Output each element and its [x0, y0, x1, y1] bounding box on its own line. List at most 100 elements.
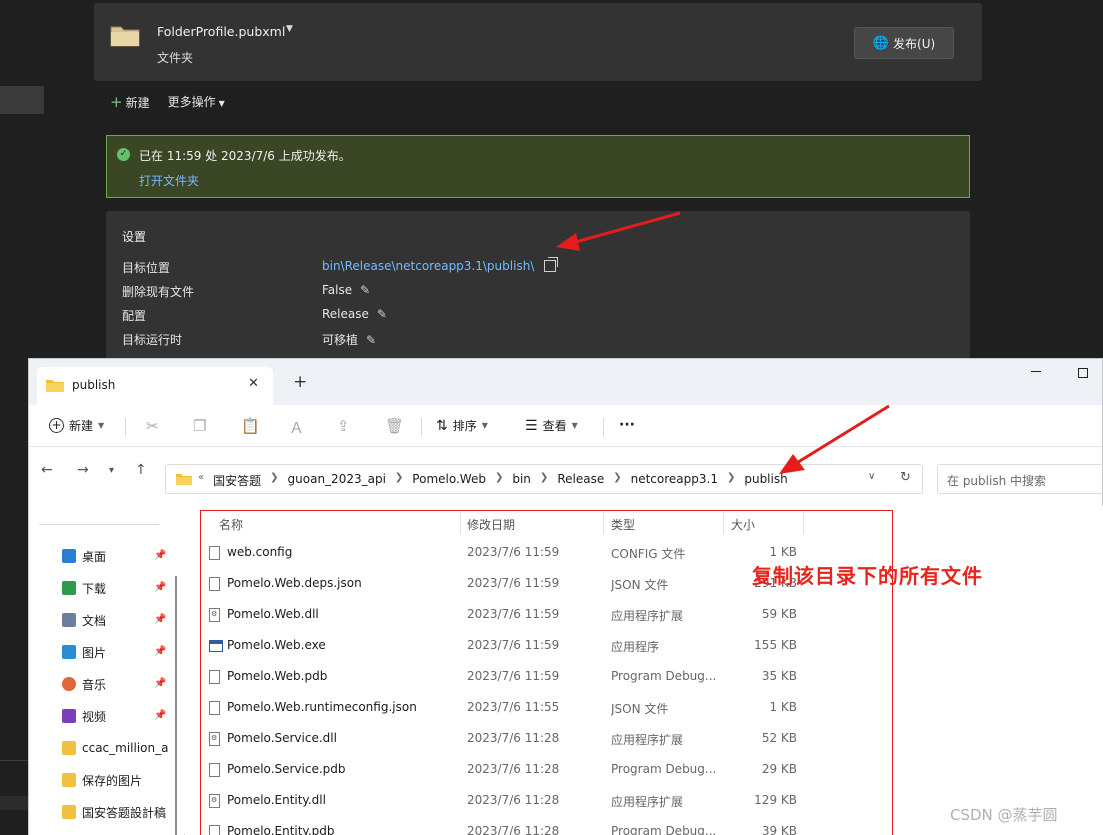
recent-locations-icon[interactable]: ▾ — [109, 465, 114, 476]
edit-icon[interactable]: ✎ — [360, 283, 370, 297]
documents-icon — [62, 613, 76, 627]
file-row[interactable]: Pomelo.Web.pdb 2023/7/6 11:59 Program Debu… — [185, 661, 885, 692]
nav-item-downloads[interactable]: 下载 — [62, 578, 168, 598]
minimize-icon[interactable] — [1031, 371, 1041, 372]
breadcrumb-item[interactable]: guoan_2023_api — [288, 472, 386, 489]
share-button[interactable]: ⇪ — [337, 417, 350, 435]
column-divider[interactable] — [803, 512, 804, 534]
file-row[interactable]: Pomelo.Web.runtimeconfig.json 2023/7/6 11… — [185, 692, 885, 723]
back-arrow-icon[interactable]: ← — [41, 462, 53, 478]
column-divider[interactable] — [723, 512, 724, 534]
up-arrow-icon[interactable]: ↑ — [135, 462, 147, 478]
file-row[interactable]: Pomelo.Entity.dll 2023/7/6 11:28 应用程序扩展 129… — [185, 785, 885, 816]
edit-icon[interactable]: ✎ — [377, 307, 387, 321]
file-row[interactable]: Pomelo.Service.dll 2023/7/6 11:28 应用程序扩展 52… — [185, 723, 885, 754]
column-divider[interactable] — [603, 512, 604, 534]
address-bar[interactable]: « 国安答题 ❯ guoan_2023_api ❯ Pomelo.Web ❯ bin ❯… — [165, 464, 923, 494]
chevron-down-icon[interactable]: ▼ — [286, 24, 293, 34]
breadcrumb-item[interactable]: 国安答题 — [213, 472, 261, 489]
chevron-right-icon[interactable]: ❯ — [395, 472, 403, 489]
close-icon[interactable]: ✕ — [248, 376, 259, 391]
nav-item-videos[interactable]: 视频 — [62, 706, 168, 726]
file-name: Pomelo.Service.pdb — [227, 762, 346, 776]
profile-actions: + 新建 更多操作 ▼ — [110, 93, 225, 111]
more-actions-button[interactable]: 更多操作 ▼ — [168, 93, 225, 111]
setting-value-target-runtime: 可移植 ✎ — [322, 331, 376, 348]
nav-item-folder[interactable]: ccac_million_ap — [62, 738, 168, 758]
column-header-size[interactable]: 大小 — [731, 516, 755, 533]
pin-icon[interactable]: 📌 — [154, 614, 166, 625]
open-folder-link[interactable]: 打开文件夹 — [139, 172, 199, 189]
setting-label-delete-existing: 删除现有文件 — [122, 285, 195, 299]
file-row[interactable]: Pomelo.Service.pdb 2023/7/6 11:28 Program … — [185, 754, 885, 785]
file-name: Pomelo.Web.deps.json — [227, 576, 362, 590]
chevron-right-icon[interactable]: ❯ — [540, 472, 548, 489]
breadcrumb-item[interactable]: netcoreapp3.1 — [631, 472, 718, 489]
column-divider[interactable] — [460, 512, 461, 534]
forward-arrow-icon[interactable]: → — [77, 462, 89, 478]
nav-item-pictures[interactable]: 图片 — [62, 642, 168, 662]
file-icon — [209, 701, 220, 715]
pin-icon[interactable]: 📌 — [154, 582, 166, 593]
scrollbar[interactable] — [175, 576, 177, 835]
nav-item-folder[interactable]: 保存的图片 — [62, 770, 168, 790]
breadcrumb-item[interactable]: Release — [557, 472, 604, 489]
nav-item-documents[interactable]: 文档 — [62, 610, 168, 630]
paste-button[interactable]: 📋 — [241, 417, 260, 435]
pin-icon[interactable]: 📌 — [154, 550, 166, 561]
scissors-icon: ✂ — [146, 417, 159, 435]
publish-success-banner: ✓ 已在 11:59 处 2023/7/6 上成功发布。 打开文件夹 — [106, 135, 970, 198]
left-panel-item[interactable] — [0, 796, 28, 810]
publish-button[interactable]: 🌐 发布(U) — [854, 27, 954, 59]
copy-button[interactable]: ❐ — [193, 417, 206, 435]
breadcrumb-item-current[interactable]: publish — [744, 472, 787, 489]
refresh-icon[interactable]: ↻ — [900, 470, 911, 485]
pin-icon[interactable]: 📌 — [154, 710, 166, 721]
new-profile-button[interactable]: + 新建 — [110, 93, 150, 111]
view-button[interactable]: ☰ 查看 ▼ — [525, 417, 578, 434]
nav-item-folder[interactable]: 国安答题設計稿 — [62, 802, 168, 822]
column-header-date[interactable]: 修改日期 — [467, 516, 515, 533]
file-row[interactable]: Pomelo.Entity.pdb 2023/7/6 11:28 Program D… — [185, 816, 885, 835]
chevron-right-icon[interactable]: ❯ — [270, 472, 278, 489]
edit-icon[interactable]: ✎ — [366, 333, 376, 347]
folder-icon — [62, 805, 76, 819]
breadcrumb-item[interactable]: Pomelo.Web — [412, 472, 486, 489]
nav-item-label: 国安答题設計稿 — [82, 805, 167, 820]
search-input[interactable]: 在 publish 中搜索 — [937, 464, 1103, 494]
nav-item-desktop[interactable]: 桌面 — [62, 546, 168, 566]
file-icon — [209, 577, 220, 591]
chevron-right-icon[interactable]: ❯ — [727, 472, 735, 489]
navigation-pane: 桌面 📌 下载 📌 文档 📌 图片 📌 音乐 📌 视频 📌 ccac_milli… — [29, 506, 184, 835]
delete-button[interactable]: 🗑 — [385, 417, 404, 435]
plus-icon: + — [110, 93, 123, 111]
rename-button[interactable]: Ａ — [289, 417, 304, 438]
new-item-button[interactable]: + 新建 ▼ — [49, 417, 104, 434]
file-date: 2023/7/6 11:28 — [467, 824, 560, 835]
column-header-name[interactable]: 名称 — [219, 516, 243, 533]
file-date: 2023/7/6 11:59 — [467, 545, 560, 559]
maximize-icon[interactable] — [1078, 368, 1088, 378]
tab-publish[interactable]: publish ✕ — [37, 367, 273, 405]
breadcrumb-item[interactable]: bin — [512, 472, 531, 489]
pin-icon[interactable]: 📌 — [154, 678, 166, 689]
chevron-right-icon[interactable]: ❯ — [495, 472, 503, 489]
sort-button[interactable]: ⇅ 排序 ▼ — [436, 417, 488, 434]
nav-item-music[interactable]: 音乐 — [62, 674, 168, 694]
file-row[interactable]: Pomelo.Web.dll 2023/7/6 11:59 应用程序扩展 59 KB — [185, 599, 885, 630]
chevron-right-icon[interactable]: ❯ — [613, 472, 621, 489]
file-row[interactable]: Pomelo.Web.exe 2023/7/6 11:59 应用程序 155 KB — [185, 630, 885, 661]
new-tab-button[interactable]: + — [293, 372, 307, 392]
more-options-button[interactable]: ··· — [619, 417, 635, 433]
file-size: 35 KB — [761, 669, 797, 683]
chevron-down-icon[interactable]: ∨ — [868, 471, 875, 482]
setting-value-target-location[interactable]: bin\Release\netcoreapp3.1\publish\ — [322, 257, 559, 273]
pin-icon[interactable]: 📌 — [154, 646, 166, 657]
column-header-type[interactable]: 类型 — [611, 516, 635, 533]
overflow-icon[interactable]: « — [198, 472, 204, 489]
left-panel-selected-item[interactable] — [0, 86, 44, 114]
copy-icon[interactable] — [544, 257, 559, 272]
profile-selector[interactable]: FolderProfile.pubxml — [157, 24, 285, 39]
cut-button[interactable]: ✂ — [146, 417, 159, 435]
target-location-path[interactable]: bin\Release\netcoreapp3.1\publish\ — [322, 259, 534, 273]
